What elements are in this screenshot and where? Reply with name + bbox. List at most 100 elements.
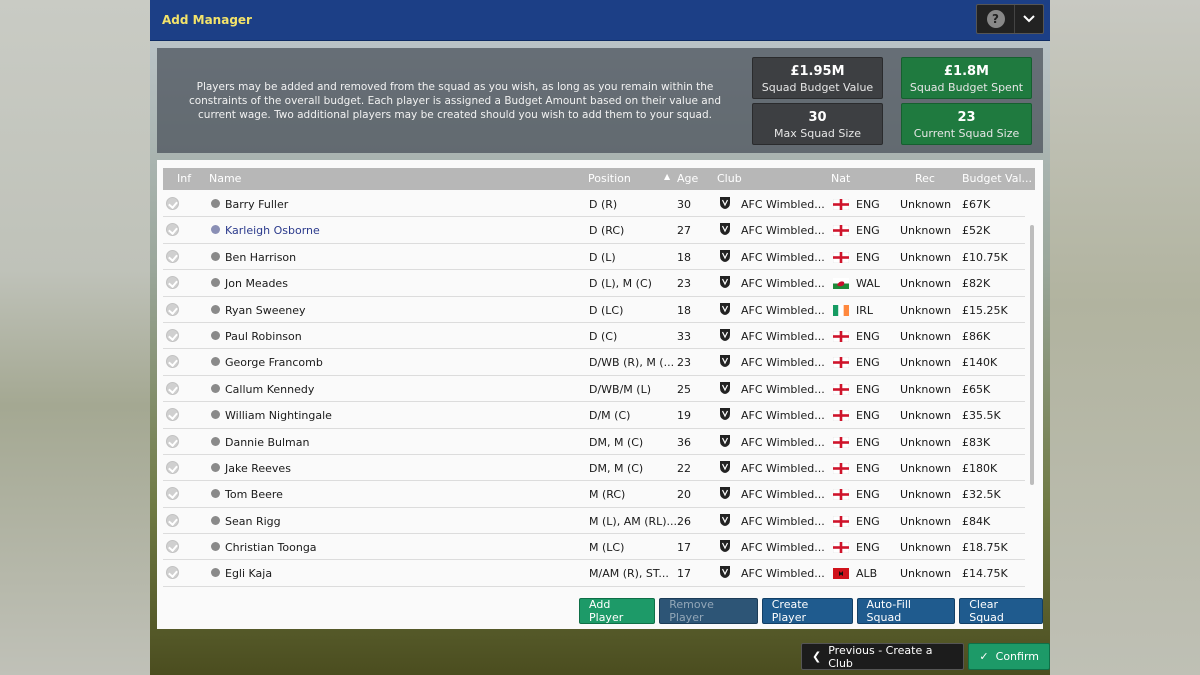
scrollbar[interactable] (1030, 225, 1034, 485)
header-budget-value[interactable]: Budget Val... (962, 172, 1032, 185)
selected-check-icon[interactable] (166, 566, 179, 580)
info-icon[interactable] (211, 304, 220, 314)
table-row[interactable]: Tom Beere M (RC) 20 AFC Wimbled... ENG Unknow… (163, 481, 1025, 508)
selected-check-icon[interactable] (166, 197, 179, 210)
player-club[interactable]: AFC Wimbled... (741, 383, 825, 396)
table-row[interactable]: Ryan Sweeney D (LC) 18 AFC Wimbled... IRL Unk… (163, 297, 1025, 323)
menu-dropdown-button[interactable] (1015, 5, 1043, 33)
table-row[interactable]: Callum Kennedy D/WB/M (L) 25 AFC Wimbled...… (163, 376, 1025, 403)
selected-check-icon[interactable] (166, 460, 179, 474)
add-player-button[interactable]: Add Player (579, 598, 656, 624)
player-name[interactable]: Karleigh Osborne (225, 224, 320, 237)
player-name[interactable]: Tom Beere (225, 488, 283, 501)
info-icon[interactable] (211, 515, 220, 525)
selected-check-icon[interactable] (166, 249, 179, 263)
player-club[interactable]: AFC Wimbled... (741, 462, 825, 475)
player-name[interactable]: Ryan Sweeney (225, 304, 306, 317)
player-nationality[interactable]: ENG (856, 356, 880, 369)
table-row[interactable]: Christian Toonga M (LC) 17 AFC Wimbled... EN… (163, 534, 1025, 561)
player-club[interactable]: AFC Wimbled... (741, 488, 825, 501)
info-icon[interactable] (211, 357, 220, 367)
remove-player-button[interactable]: Remove Player (659, 598, 758, 624)
selected-check-icon[interactable] (166, 513, 179, 527)
table-row[interactable]: William Nightingale D/M (C) 19 AFC Wimbled.… (163, 402, 1025, 429)
auto-fill-squad-button[interactable]: Auto-Fill Squad (856, 598, 956, 624)
player-club[interactable]: AFC Wimbled... (741, 567, 825, 580)
player-name[interactable]: Sean Rigg (225, 515, 281, 528)
player-club[interactable]: AFC Wimbled... (741, 515, 825, 528)
player-name[interactable]: Egli Kaja (225, 567, 272, 580)
player-name[interactable]: Dannie Bulman (225, 436, 309, 449)
player-nationality[interactable]: ENG (856, 515, 880, 528)
player-name[interactable]: Paul Robinson (225, 330, 302, 343)
player-club[interactable]: AFC Wimbled... (741, 356, 825, 369)
player-nationality[interactable]: ALB (856, 567, 877, 580)
table-row[interactable]: Barry Fuller D (R) 30 AFC Wimbled... ENG Unkn… (163, 191, 1025, 218)
header-club[interactable]: Club (717, 172, 742, 185)
player-nationality[interactable]: ENG (856, 541, 880, 554)
selected-check-icon[interactable] (166, 355, 179, 369)
header-nat[interactable]: Nat (831, 172, 850, 185)
table-row[interactable]: Egli Kaja M/AM (R), ST... 17 AFC Wimbled...… (163, 560, 1025, 587)
player-club[interactable]: AFC Wimbled... (741, 330, 825, 343)
player-nationality[interactable]: ENG (856, 224, 880, 237)
player-name[interactable]: Christian Toonga (225, 541, 317, 554)
info-icon[interactable] (211, 278, 220, 288)
player-nationality[interactable]: ENG (856, 383, 880, 396)
player-name[interactable]: Jon Meades (225, 277, 288, 290)
player-nationality[interactable]: IRL (856, 304, 873, 317)
player-name[interactable]: Callum Kennedy (225, 383, 314, 396)
info-icon[interactable] (211, 251, 220, 261)
player-name[interactable]: Ben Harrison (225, 251, 296, 264)
table-row[interactable]: Ben Harrison D (L) 18 AFC Wimbled... ENG Unkn… (163, 244, 1025, 271)
table-row[interactable]: Jake Reeves DM, M (C) 22 AFC Wimbled... ENG U… (163, 455, 1025, 482)
player-name[interactable]: Jake Reeves (225, 462, 291, 475)
selected-check-icon[interactable] (166, 276, 179, 290)
player-nationality[interactable]: WAL (856, 277, 880, 290)
header-name[interactable]: Name (209, 172, 241, 185)
player-nationality[interactable]: ENG (856, 409, 880, 422)
help-button[interactable]: ? (977, 5, 1015, 33)
player-nationality[interactable]: ENG (856, 462, 880, 475)
table-row[interactable]: Jon Meades D (L), M (C) 23 AFC Wimbled... WA… (163, 270, 1025, 297)
table-row[interactable]: Paul Robinson D (C) 33 AFC Wimbled... ENG Unk… (163, 323, 1025, 350)
selected-check-icon[interactable] (166, 408, 179, 422)
player-nationality[interactable]: ENG (856, 330, 880, 343)
header-inf[interactable]: Inf (177, 172, 191, 185)
table-row[interactable]: Sean Rigg M (L), AM (RL)... 26 AFC Wimbled.… (163, 508, 1025, 535)
selected-check-icon[interactable] (166, 434, 179, 448)
selected-check-icon[interactable] (166, 328, 179, 342)
player-nationality[interactable]: ENG (856, 488, 880, 501)
player-club[interactable]: AFC Wimbled... (741, 198, 825, 211)
player-club[interactable]: AFC Wimbled... (741, 436, 825, 449)
confirm-button[interactable]: ✓ Confirm (968, 643, 1050, 670)
info-icon[interactable] (211, 542, 220, 552)
player-nationality[interactable]: ENG (856, 198, 880, 211)
selected-check-icon[interactable] (166, 487, 179, 501)
info-icon[interactable] (211, 330, 220, 340)
selected-check-icon[interactable] (166, 381, 179, 395)
player-name[interactable]: George Francomb (225, 356, 323, 369)
info-icon[interactable] (211, 199, 220, 208)
player-club[interactable]: AFC Wimbled... (741, 277, 825, 290)
info-icon[interactable] (211, 568, 220, 578)
info-icon[interactable] (211, 410, 220, 420)
clear-squad-button[interactable]: Clear Squad (959, 598, 1043, 624)
player-club[interactable]: AFC Wimbled... (741, 541, 825, 554)
player-club[interactable]: AFC Wimbled... (741, 409, 825, 422)
info-icon[interactable] (211, 489, 220, 499)
header-rec[interactable]: Rec (915, 172, 935, 185)
table-row[interactable]: George Francomb D/WB (R), M (... 23 AFC Wim… (163, 349, 1025, 376)
info-icon[interactable] (211, 225, 220, 235)
player-name[interactable]: William Nightingale (225, 409, 332, 422)
table-row[interactable]: Karleigh Osborne D (RC) 27 AFC Wimbled... EN… (163, 217, 1025, 244)
player-name[interactable]: Barry Fuller (225, 198, 288, 211)
player-club[interactable]: AFC Wimbled... (741, 304, 825, 317)
player-nationality[interactable]: ENG (856, 251, 880, 264)
selected-check-icon[interactable] (166, 540, 179, 554)
info-icon[interactable] (211, 436, 220, 446)
player-club[interactable]: AFC Wimbled... (741, 251, 825, 264)
player-club[interactable]: AFC Wimbled... (741, 224, 825, 237)
player-nationality[interactable]: ENG (856, 436, 880, 449)
previous-button[interactable]: ❮ Previous - Create a Club (801, 643, 965, 670)
